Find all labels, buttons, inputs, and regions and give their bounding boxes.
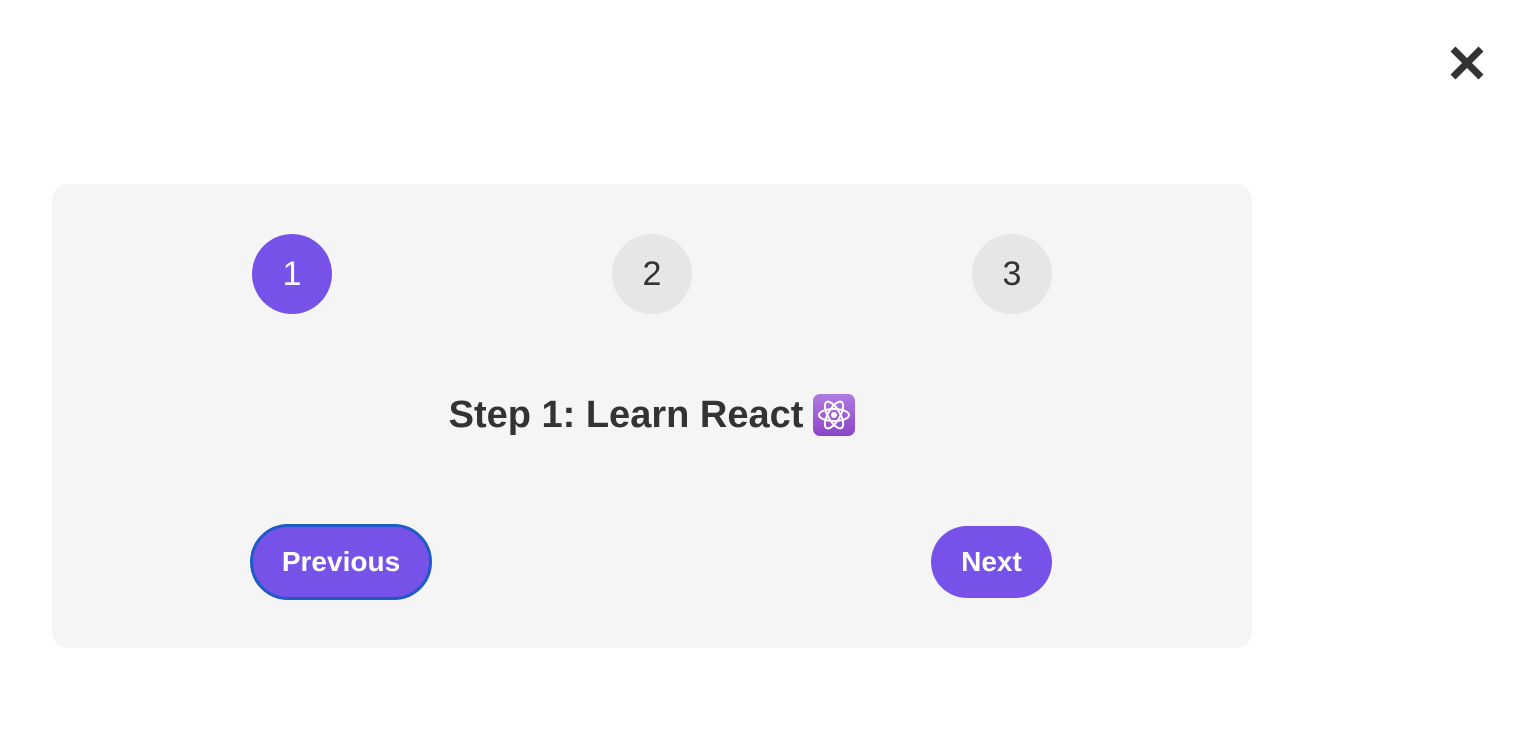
close-icon bbox=[1450, 46, 1484, 80]
step-indicator-3[interactable]: 3 bbox=[972, 234, 1052, 314]
step-number: 2 bbox=[642, 254, 662, 293]
step-heading-text: Step 1: Learn React bbox=[448, 394, 804, 436]
step-indicator-2[interactable]: 2 bbox=[612, 234, 692, 314]
step-number: 3 bbox=[1002, 254, 1022, 293]
step-number: 1 bbox=[282, 254, 302, 293]
close-button[interactable] bbox=[1444, 40, 1490, 86]
step-indicator-1[interactable]: 1 bbox=[252, 234, 332, 314]
atom-icon bbox=[813, 393, 856, 436]
next-button[interactable]: Next bbox=[931, 526, 1052, 598]
step-heading: Step 1: Learn React bbox=[52, 393, 1252, 437]
stepper-card: 1 2 3 Step 1: Learn React Previous Next bbox=[52, 184, 1252, 648]
previous-button[interactable]: Previous bbox=[250, 524, 432, 600]
